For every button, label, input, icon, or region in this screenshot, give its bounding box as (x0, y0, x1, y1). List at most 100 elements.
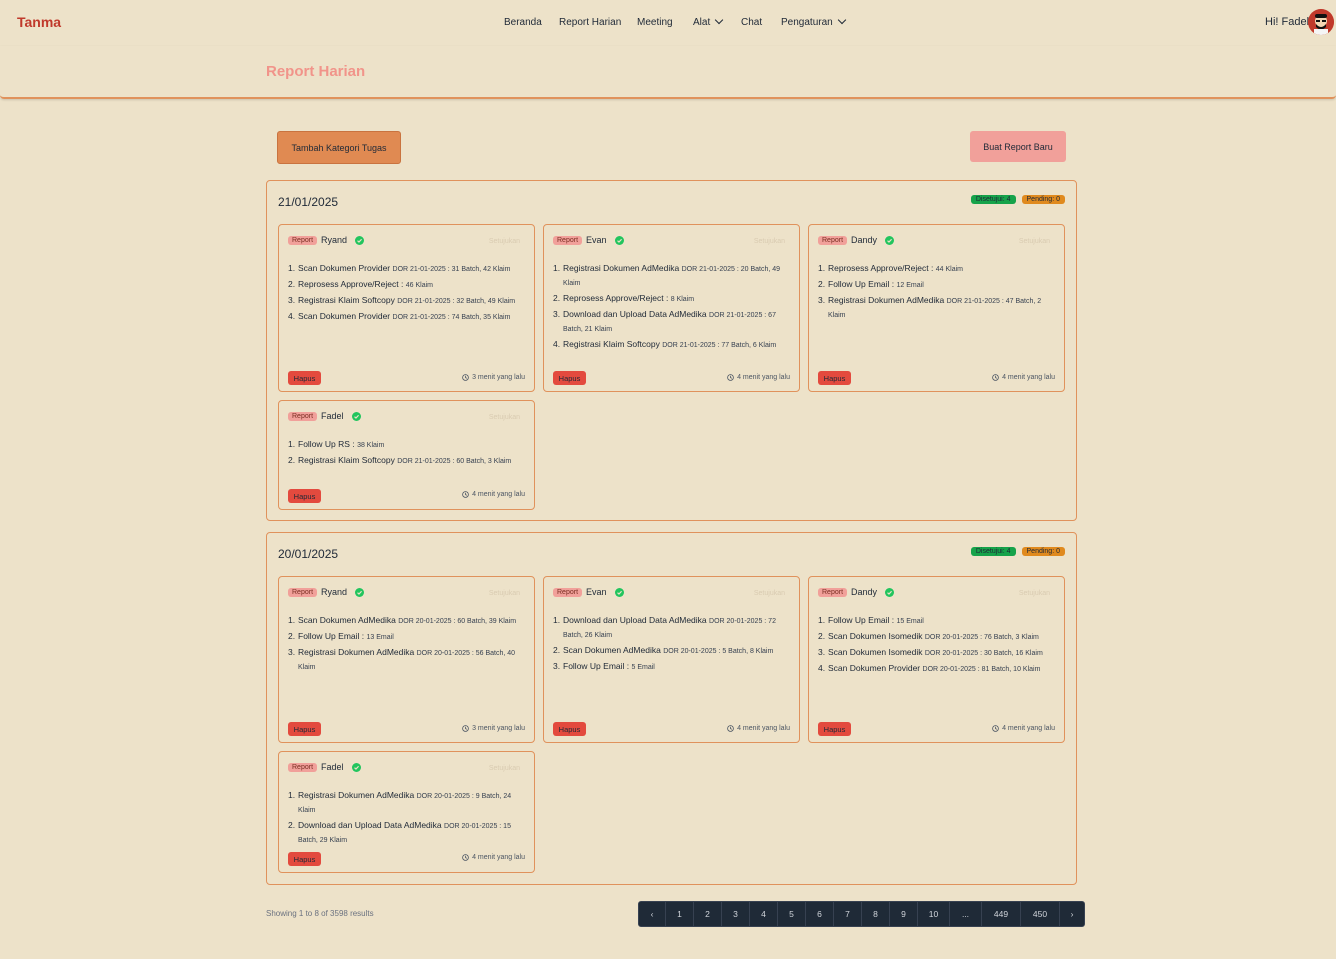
task-title: Scan Dokumen Isomedik (828, 647, 923, 657)
page-title: Report Harian (266, 63, 366, 80)
task-title: Scan Dokumen Isomedik (828, 631, 923, 641)
report-tag: Report (553, 235, 583, 245)
page-button-5[interactable]: 5 (778, 902, 806, 926)
delete-button[interactable]: Hapus (288, 489, 321, 503)
pending-badge: Pending: 0 (1021, 195, 1065, 204)
user-greeting: Hi! Fadel (1265, 16, 1310, 28)
delete-button[interactable]: Hapus (553, 722, 586, 736)
reporter-name: Ryand (321, 235, 348, 245)
task-list: 1. Registrasi Dokumen AdMedika DOR 21-01-… (553, 262, 793, 354)
check-circle-icon (885, 235, 895, 245)
task-detail: DOR 20-01-2025 : 76 Batch, 3 Klaim (924, 634, 1039, 641)
report-group: 21/01/2025 Disetujui: 4 Pending: 0 Repor… (266, 180, 1077, 521)
task-detail: 44 Klaim (935, 266, 963, 273)
task-title: Follow Up RS : (298, 439, 355, 449)
timestamp: 3 menit yang lalu (462, 725, 525, 732)
timestamp-text: 4 menit yang lalu (737, 725, 790, 732)
page-button-4[interactable]: 4 (750, 902, 778, 926)
page-button-8[interactable]: 8 (862, 902, 890, 926)
task-list: 1. Follow Up Email : 15 Email 2. Scan Doku… (818, 614, 1058, 678)
delete-button[interactable]: Hapus (288, 722, 321, 736)
nav-pengaturan-dropdown[interactable]: Pengaturan (781, 15, 846, 28)
next-page-button[interactable]: › (1060, 902, 1084, 926)
report-tag: Report (288, 411, 318, 421)
delete-button[interactable]: Hapus (818, 371, 851, 385)
approve-link[interactable]: Setujukan (754, 238, 785, 245)
clock-icon (462, 854, 469, 861)
reporter-name: Evan (586, 235, 607, 245)
list-item: 1. Download dan Upload Data AdMedika DOR … (553, 615, 776, 639)
task-title: Registrasi Dokumen AdMedika (298, 790, 415, 800)
delete-button[interactable]: Hapus (288, 852, 321, 866)
list-item: 3. Registrasi Klaim Softcopy DOR 21-01-20… (288, 295, 516, 305)
page-button-2[interactable]: 2 (694, 902, 722, 926)
approve-link[interactable]: Setujukan (489, 414, 520, 421)
top-navbar: Tanma Beranda Report Harian Meeting Alat… (0, 0, 1336, 46)
delete-button[interactable]: Hapus (288, 371, 321, 385)
list-item: 3. Follow Up Email : 5 Email (553, 661, 655, 671)
timestamp: 3 menit yang lalu (462, 374, 525, 381)
page-button-1[interactable]: 1 (666, 902, 694, 926)
nav-alat-dropdown[interactable]: Alat (693, 15, 724, 28)
task-title: Follow Up Email : (298, 631, 365, 641)
report-tag: Report (818, 235, 848, 245)
pending-badge: Pending: 0 (1021, 547, 1065, 556)
page-button-7[interactable]: 7 (834, 902, 862, 926)
page-button-3[interactable]: 3 (722, 902, 750, 926)
task-title: Reprosess Approve/Reject : (298, 279, 404, 289)
page-button-450[interactable]: 450 (1021, 902, 1060, 926)
task-title: Scan Dokumen AdMedika (563, 645, 661, 655)
add-category-button[interactable]: Tambah Kategori Tugas (277, 131, 401, 164)
new-report-button[interactable]: Buat Report Baru (970, 131, 1066, 162)
timestamp-text: 4 menit yang lalu (737, 374, 790, 381)
task-detail: DOR 20-01-2025 : 5 Batch, 8 Klaim (663, 648, 774, 655)
brand-logo[interactable]: Tanma (17, 14, 61, 30)
task-title: Registrasi Klaim Softcopy (298, 455, 395, 465)
nav-chat[interactable]: Chat (741, 17, 762, 28)
approve-link[interactable]: Setujukan (489, 765, 520, 772)
nav-meeting[interactable]: Meeting (637, 17, 673, 28)
reporter-name: Fadel (321, 762, 344, 772)
nav-report-harian[interactable]: Report Harian (559, 17, 621, 28)
task-list: 1. Scan Dokumen AdMedika DOR 20-01-2025 :… (288, 614, 528, 676)
list-item: 1. Registrasi Dokumen AdMedika DOR 21-01-… (553, 263, 781, 287)
avatar[interactable] (1308, 9, 1334, 35)
chevron-down-icon (837, 15, 846, 25)
task-detail: DOR 20-01-2025 : 81 Batch, 10 Klaim (922, 666, 1041, 673)
timestamp: 4 menit yang lalu (992, 374, 1055, 381)
nav-beranda[interactable]: Beranda (504, 17, 542, 28)
approve-link[interactable]: Setujukan (1019, 590, 1050, 597)
report-tag: Report (553, 587, 583, 597)
task-title: Follow Up Email : (828, 615, 895, 625)
timestamp: 4 menit yang lalu (462, 491, 525, 498)
task-title: Scan Dokumen AdMedika (298, 615, 396, 625)
delete-button[interactable]: Hapus (553, 371, 586, 385)
list-item: 4. Scan Dokumen Provider DOR 20-01-2025 :… (818, 663, 1041, 673)
clock-icon (462, 725, 469, 732)
approved-badge: Disetujui: 4 (970, 547, 1016, 556)
approve-link[interactable]: Setujukan (489, 238, 520, 245)
page-button-10[interactable]: 10 (918, 902, 950, 926)
clock-icon (462, 491, 469, 498)
page-button-6[interactable]: 6 (806, 902, 834, 926)
clock-icon (992, 725, 999, 732)
group-date: 21/01/2025 (278, 195, 339, 209)
delete-button[interactable]: Hapus (818, 722, 851, 736)
page-button-9[interactable]: 9 (890, 902, 918, 926)
report-card: Report Ryand Setujukan 1. Scan Dokumen AdM… (278, 576, 535, 743)
results-summary: Showing 1 to 8 of 3598 results (266, 909, 374, 918)
report-card: Report Fadel Setujukan 1. Registrasi Dokum… (278, 751, 535, 873)
clock-icon (462, 374, 469, 381)
page-button-449[interactable]: 449 (982, 902, 1021, 926)
approve-link[interactable]: Setujukan (489, 590, 520, 597)
nav-alat-label: Alat (693, 17, 711, 28)
report-card: Report Fadel Setujukan 1. Follow Up RS : 3… (278, 400, 535, 510)
approve-link[interactable]: Setujukan (1019, 238, 1050, 245)
report-tag: Report (288, 235, 318, 245)
report-group: 20/01/2025 Disetujui: 4 Pending: 0 Repor… (266, 532, 1077, 885)
avatar-icon (1308, 9, 1334, 35)
approve-link[interactable]: Setujukan (754, 590, 785, 597)
list-item: 3. Download dan Upload Data AdMedika DOR … (553, 309, 776, 333)
chevron-down-icon (714, 15, 724, 25)
prev-page-button[interactable]: ‹ (639, 902, 666, 926)
